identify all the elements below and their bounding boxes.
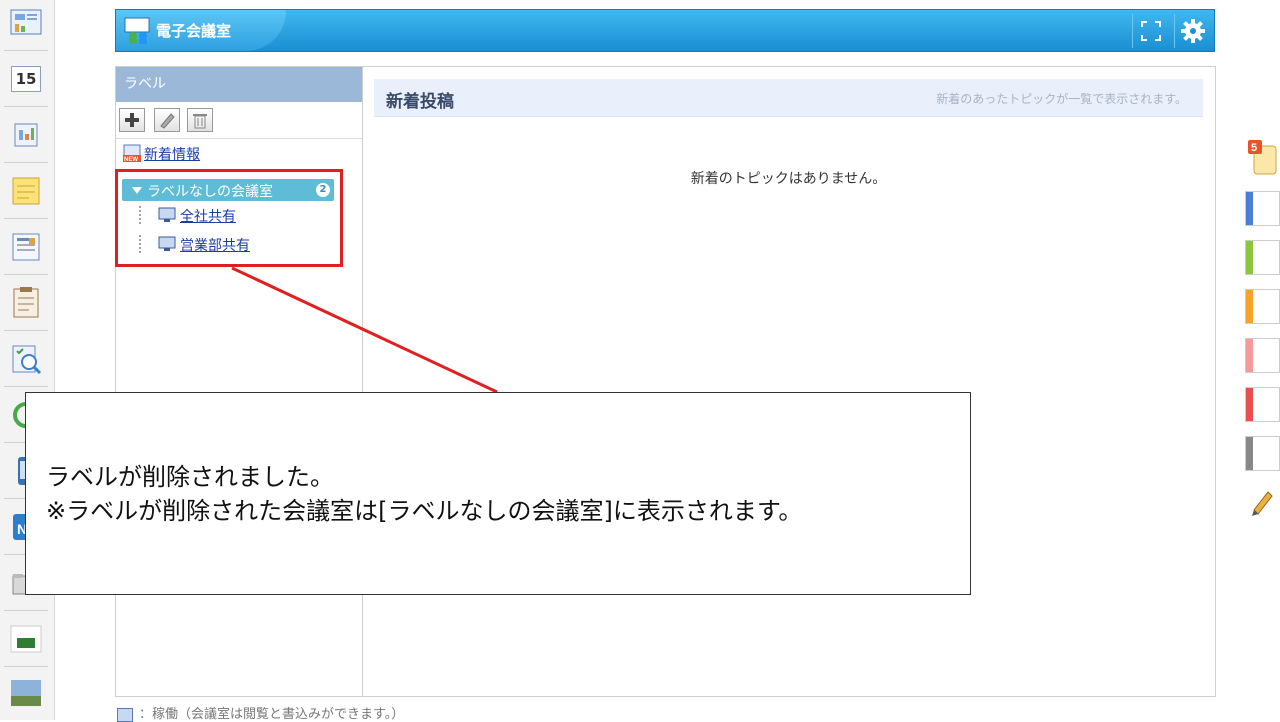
calendar-day: 15 — [11, 66, 41, 92]
delete-icon — [193, 114, 207, 129]
link-banner-icon[interactable] — [9, 622, 43, 656]
right-dock: 5 — [1244, 0, 1280, 720]
add-label-button[interactable] — [119, 108, 145, 132]
label-panel-header: ラベル — [116, 67, 362, 102]
color-label-gray[interactable] — [1245, 436, 1280, 471]
expand-icon — [1141, 21, 1161, 41]
svg-text:NEW: NEW — [124, 157, 138, 162]
callout-text-line1: ラベルが削除されました。 — [46, 463, 334, 491]
app-header: 電子会議室 — [115, 9, 1215, 52]
notification-count: 5 — [1251, 142, 1257, 154]
dashboard-icon[interactable] — [9, 6, 43, 40]
edit-label-button[interactable] — [154, 108, 180, 132]
main-frame: ラベル NEW 新着情報 ラベルなしの会議室 2 全社共有 営業部共有 新着投稿… — [115, 66, 1216, 697]
left-app-dock: 15 N — [0, 0, 55, 720]
fullscreen-button[interactable] — [1132, 14, 1169, 48]
photo-banner-icon[interactable] — [9, 676, 43, 710]
highlight-box — [115, 169, 343, 267]
meeting-room-app-icon — [124, 16, 152, 44]
calendar-icon[interactable]: 15 — [9, 60, 43, 94]
color-label-green[interactable] — [1245, 240, 1280, 275]
settings-button[interactable] — [1174, 14, 1211, 48]
new-badge-icon: NEW — [123, 144, 141, 163]
room-status-icon — [117, 707, 133, 722]
notification-icon[interactable]: 5 — [1248, 140, 1278, 176]
content-header: 新着投稿 新着のあったトピックが一覧で表示されます。 — [374, 79, 1203, 117]
new-info-link[interactable]: 新着情報 — [144, 144, 200, 164]
workflow-icon[interactable] — [9, 342, 43, 376]
facility-icon[interactable] — [9, 118, 43, 152]
memo-icon[interactable] — [9, 174, 43, 208]
color-label-red[interactable] — [1245, 387, 1280, 422]
gear-icon — [1181, 19, 1205, 43]
callout-box: ラベルが削除されました。 ※ラベルが削除された会議室は[ラベルなしの会議室]に表… — [25, 392, 971, 595]
toolbar-divider — [116, 138, 362, 139]
callout-text-line2: ※ラベルが削除された会議室は[ラベルなしの会議室]に表示されます。 — [46, 497, 803, 525]
empty-message: 新着のトピックはありません。 — [690, 171, 887, 187]
report-icon[interactable] — [9, 286, 43, 320]
label-panel: ラベル NEW 新着情報 ラベルなしの会議室 2 全社共有 営業部共有 — [116, 67, 363, 696]
app-title: 電子会議室 — [156, 22, 232, 40]
pencil-icon[interactable] — [1246, 484, 1278, 518]
edit-icon — [160, 113, 175, 129]
color-label-orange[interactable] — [1245, 289, 1280, 324]
page-title: 新着投稿 — [386, 92, 454, 112]
color-label-blue[interactable] — [1245, 191, 1280, 226]
status-legend: ：稼働（会議室は閲覧と書込みができます。） — [117, 703, 404, 722]
page-description: 新着のあったトピックが一覧で表示されます。 — [936, 92, 1187, 106]
add-icon — [125, 113, 139, 127]
bulletin-icon[interactable] — [9, 230, 43, 264]
color-label-pink[interactable] — [1245, 338, 1280, 373]
delete-label-button[interactable] — [187, 108, 213, 132]
